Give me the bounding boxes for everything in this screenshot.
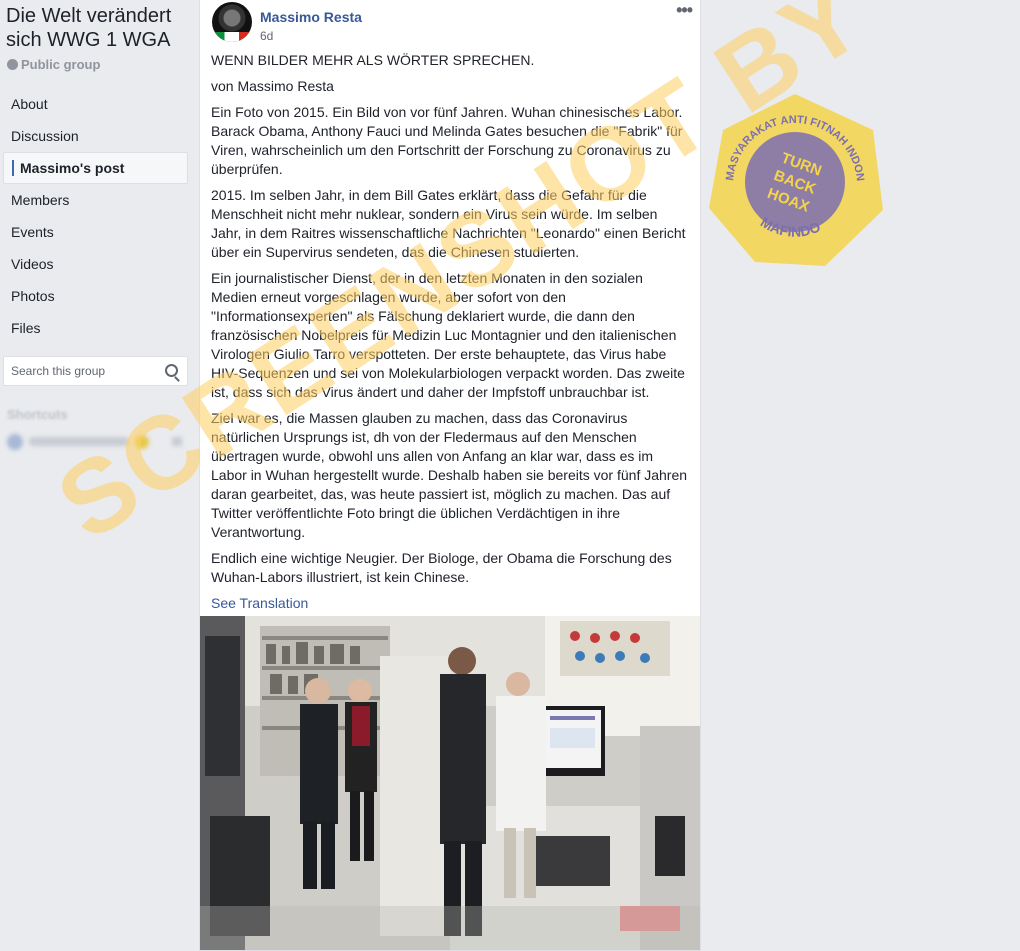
mafindo-badge: MASYARAKAT ANTI FITNAH INDONESIA MAFINDO… <box>705 90 883 266</box>
post-paragraph: Ein Foto von 2015. Ein Bild von vor fünf… <box>211 104 683 177</box>
nav-item-videos[interactable]: Videos <box>3 248 188 280</box>
post-paragraph: Endlich eine wichtige Neugier. Der Biolo… <box>211 550 672 585</box>
post-paragraph: Ein journalistischer Dienst, der in den … <box>211 270 685 400</box>
search-input[interactable] <box>4 357 163 385</box>
nav-item-discussion[interactable]: Discussion <box>3 120 188 152</box>
group-nav: About Discussion Massimo's post Members … <box>3 88 188 344</box>
shortcut-label-blurred <box>29 437 129 446</box>
group-search <box>3 356 188 386</box>
ellipsis-icon[interactable]: ••• <box>676 0 693 21</box>
post-paragraph: WENN BILDER MEHR ALS WÖRTER SPRECHEN. <box>211 52 535 68</box>
nav-item-files[interactable]: Files <box>3 312 188 344</box>
svg-text:MASYARAKAT ANTI FITNAH INDONES: MASYARAKAT ANTI FITNAH INDONESIA <box>705 90 866 182</box>
shortcut-avatar <box>7 434 23 450</box>
lab-photo-illustration <box>200 616 700 950</box>
svg-text:MAFINDO: MAFINDO <box>758 214 823 240</box>
post-photo[interactable] <box>200 616 700 950</box>
emoji-icon <box>135 435 149 449</box>
group-privacy: Public group <box>7 57 100 72</box>
post-body: WENN BILDER MEHR ALS WÖRTER SPRECHEN. vo… <box>211 51 689 613</box>
badge-center-line-2: BACK <box>772 167 819 198</box>
shortcuts-heading: Shortcuts <box>7 407 68 422</box>
see-translation-link[interactable]: See Translation <box>211 594 689 613</box>
post-card: Massimo Resta 6d ••• WENN BILDER MEHR AL… <box>199 0 701 951</box>
nav-item-photos[interactable]: Photos <box>3 280 188 312</box>
post-timestamp[interactable]: 6d <box>260 29 273 43</box>
shortcut-item[interactable] <box>7 433 182 451</box>
nav-item-massimos-post[interactable]: Massimo's post <box>3 152 188 184</box>
post-paragraph: 2015. Im selben Jahr, in dem Bill Gates … <box>211 187 686 260</box>
nav-item-events[interactable]: Events <box>3 216 188 248</box>
post-paragraph: von Massimo Resta <box>211 78 334 94</box>
group-privacy-label: Public group <box>21 57 101 72</box>
post-paragraph: Ziel war es, die Massen glauben zu mache… <box>211 410 688 540</box>
nav-item-members[interactable]: Members <box>3 184 188 216</box>
globe-icon <box>7 59 18 70</box>
badge-ring-text-top: MASYARAKAT ANTI FITNAH INDONESIA <box>705 90 866 182</box>
avatar[interactable] <box>212 2 252 42</box>
blurred-header-text <box>720 0 1020 14</box>
group-title[interactable]: Die Welt verändert sich WWG 1 WGA <box>6 4 191 52</box>
shortcut-count-blurred <box>172 437 182 446</box>
search-icon[interactable] <box>165 364 178 377</box>
nav-item-about[interactable]: About <box>3 88 188 120</box>
post-author[interactable]: Massimo Resta <box>260 9 362 25</box>
badge-center-line-1: TURN <box>779 150 824 180</box>
group-sidebar: Die Welt verändert sich WWG 1 WGA Public… <box>0 0 196 950</box>
badge-center-line-3: HOAX <box>765 185 812 216</box>
badge-ring-text-bottom: MAFINDO <box>758 214 823 240</box>
